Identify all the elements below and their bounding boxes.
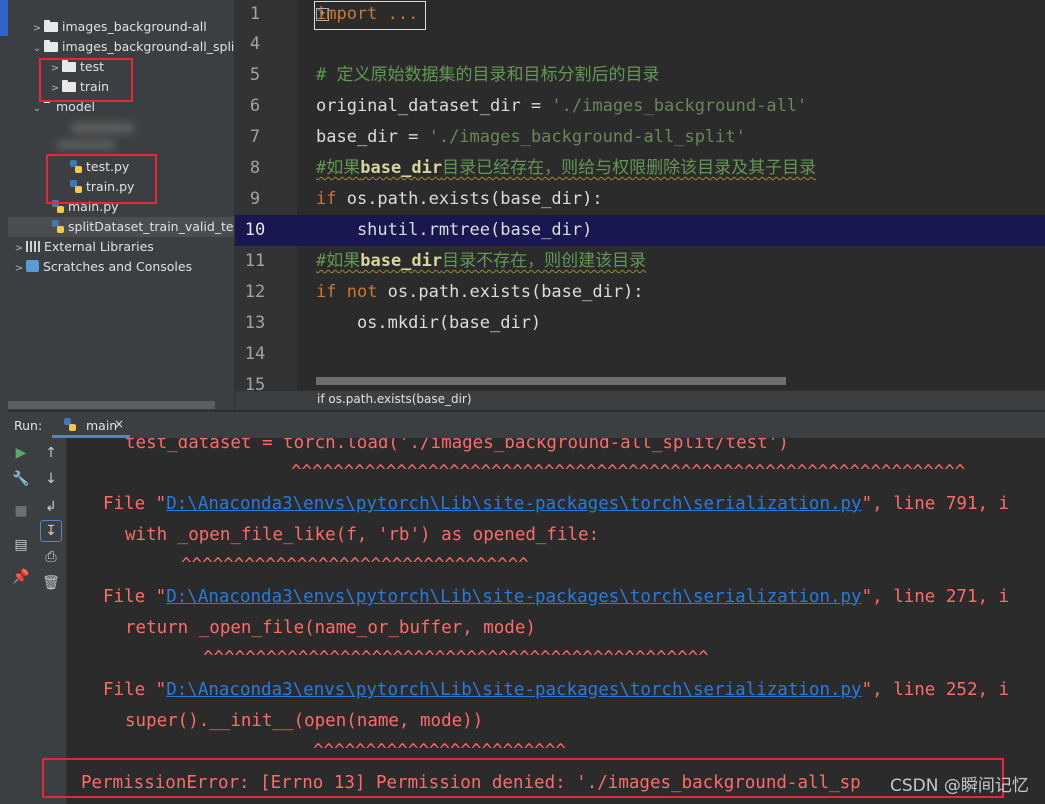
partially-visible-line bbox=[316, 377, 786, 385]
tree-item-external-libraries[interactable]: > External Libraries bbox=[12, 237, 154, 257]
line-number: 14 bbox=[244, 344, 266, 364]
project-tool-button[interactable] bbox=[0, 0, 8, 36]
chevron-right-icon[interactable]: > bbox=[12, 239, 26, 259]
arrow-down-icon[interactable]: ↓ bbox=[40, 468, 62, 490]
code-line-9[interactable]: if os.path.exists(base_dir): bbox=[316, 184, 603, 215]
tree-item-images-background-all[interactable]: > images_background-all bbox=[30, 17, 207, 37]
scratches-icon bbox=[26, 260, 39, 272]
run-console[interactable]: test_dataset = torch.load('./images_back… bbox=[67, 438, 1045, 804]
folder-icon bbox=[44, 40, 58, 52]
file-link[interactable]: D:\Anaconda3\envs\pytorch\Lib\site-packa… bbox=[166, 587, 861, 607]
arrow-up-icon[interactable]: ↑ bbox=[40, 442, 62, 464]
line-number: 6 bbox=[249, 96, 261, 116]
code-line-7[interactable]: base_dir = './images_background-all_spli… bbox=[316, 122, 746, 153]
redacted-area bbox=[56, 140, 116, 150]
library-icon bbox=[26, 241, 40, 252]
console-file-line: File "D:\Anaconda3\envs\pytorch\Lib\site… bbox=[103, 680, 1010, 700]
bookmarks-strip[interactable] bbox=[0, 720, 8, 804]
file-link[interactable]: D:\Anaconda3\envs\pytorch\Lib\site-packa… bbox=[166, 494, 861, 514]
line-number-current: 10 bbox=[244, 220, 266, 240]
run-toolbar: ▶ ↑ 🔧 ↓ ■ ↲ ↧ ▤ ⎙ 📌 🗑 bbox=[8, 438, 67, 804]
chevron-down-icon[interactable]: ⌄ bbox=[30, 39, 44, 59]
highlight-box bbox=[42, 758, 1004, 798]
highlight-box bbox=[46, 154, 157, 204]
tree-item-splitdataset-py[interactable]: splitDataset_train_valid_test.py bbox=[8, 217, 234, 237]
line-number: 7 bbox=[249, 127, 261, 147]
chevron-down-icon[interactable]: ⌄ bbox=[30, 99, 44, 119]
scroll-to-end-icon[interactable]: ↧ bbox=[40, 520, 62, 542]
redacted-area bbox=[70, 122, 134, 134]
console-code-line: test_dataset = torch.load('./images_back… bbox=[125, 438, 789, 453]
soft-wrap-icon[interactable]: ↲ bbox=[40, 496, 62, 518]
line-number: 8 bbox=[249, 158, 261, 178]
line-number: 5 bbox=[249, 65, 261, 85]
python-file-icon bbox=[52, 220, 64, 233]
trash-icon[interactable]: 🗑 bbox=[40, 572, 62, 594]
console-code-line: with _open_file_like(f, 'rb') as opened_… bbox=[125, 525, 600, 545]
console-code-line: return _open_file(name_or_buffer, mode) bbox=[125, 618, 536, 638]
print-icon[interactable]: ⎙ bbox=[40, 546, 62, 568]
rerun-icon[interactable]: ▶ bbox=[10, 442, 32, 464]
pin-icon[interactable]: 📌 bbox=[10, 566, 32, 588]
console-file-line: File "D:\Anaconda3\envs\pytorch\Lib\site… bbox=[103, 494, 1010, 514]
code-import-text: import ... bbox=[316, 4, 419, 24]
file-link[interactable]: D:\Anaconda3\envs\pytorch\Lib\site-packa… bbox=[166, 680, 861, 700]
chevron-right-icon[interactable]: > bbox=[12, 259, 26, 279]
chevron-right-icon[interactable]: > bbox=[30, 19, 44, 39]
tree-item-scratches-consoles[interactable]: > Scratches and Consoles bbox=[12, 257, 192, 277]
tab-main[interactable]: main × bbox=[52, 412, 130, 438]
wrench-icon[interactable]: 🔧 bbox=[10, 468, 32, 490]
python-file-icon bbox=[64, 418, 76, 431]
run-panel-header: Run: main × bbox=[8, 411, 1045, 439]
breadcrumb[interactable]: if os.path.exists(base_dir) bbox=[235, 390, 1045, 410]
console-caret-line: ^^^^^^^^^^^^^^^^^^^^^^^^^^^^^^^^^^^^^^^^… bbox=[203, 648, 709, 668]
run-label: Run: bbox=[14, 418, 43, 433]
console-code-line: super().__init__(open(name, mode)) bbox=[125, 711, 484, 731]
stop-icon[interactable]: ■ bbox=[10, 500, 32, 522]
line-number: 12 bbox=[244, 282, 266, 302]
line-number: 1 bbox=[249, 4, 261, 24]
horizontal-scrollbar[interactable] bbox=[8, 401, 215, 409]
line-number: 13 bbox=[244, 313, 266, 333]
code-line-11[interactable]: #如果base_dir目录不存在，则创建该目录 bbox=[316, 246, 646, 277]
folder-icon bbox=[44, 100, 52, 112]
code-line-6[interactable]: original_dataset_dir = './images_backgro… bbox=[316, 91, 807, 122]
folder-icon bbox=[44, 20, 58, 32]
console-caret-line: ^^^^^^^^^^^^^^^^^^^^^^^^^^^^^^^^^ bbox=[181, 555, 529, 575]
code-line-8[interactable]: #如果base_dir目录已经存在，则给与权限删除该目录及其子目录 bbox=[316, 153, 816, 184]
line-number: 11 bbox=[244, 251, 266, 271]
code-line-1[interactable]: import ... bbox=[316, 0, 418, 30]
console-file-line: File "D:\Anaconda3\envs\pytorch\Lib\site… bbox=[103, 587, 1010, 607]
watermark: CSDN @瞬间记忆 bbox=[890, 776, 1029, 796]
layout-icon[interactable]: ▤ bbox=[10, 534, 32, 556]
close-icon[interactable]: × bbox=[114, 417, 124, 431]
code-line-12[interactable]: if not os.path.exists(base_dir): bbox=[316, 277, 644, 308]
highlight-box bbox=[39, 58, 133, 102]
line-number: 4 bbox=[249, 34, 261, 54]
code-editor[interactable]: 1 4 5 6 7 8 9 10 11 12 13 14 15 + import… bbox=[235, 0, 1045, 410]
code-line-10[interactable]: shutil.rmtree(base_dir) bbox=[316, 215, 592, 246]
code-line-5[interactable]: # 定义原始数据集的目录和目标分割后的目录 bbox=[316, 60, 659, 91]
line-number: 9 bbox=[249, 189, 261, 209]
code-line-13[interactable]: os.mkdir(base_dir) bbox=[316, 308, 541, 339]
tree-item-images-background-all-split[interactable]: ⌄ images_background-all_split bbox=[30, 37, 234, 59]
console-caret-line: ^^^^^^^^^^^^^^^^^^^^^^^^^^^^^^^^^^^^^^^^… bbox=[291, 462, 966, 482]
project-tree: > images_background-all ⌄ images_backgroun… bbox=[8, 0, 235, 410]
